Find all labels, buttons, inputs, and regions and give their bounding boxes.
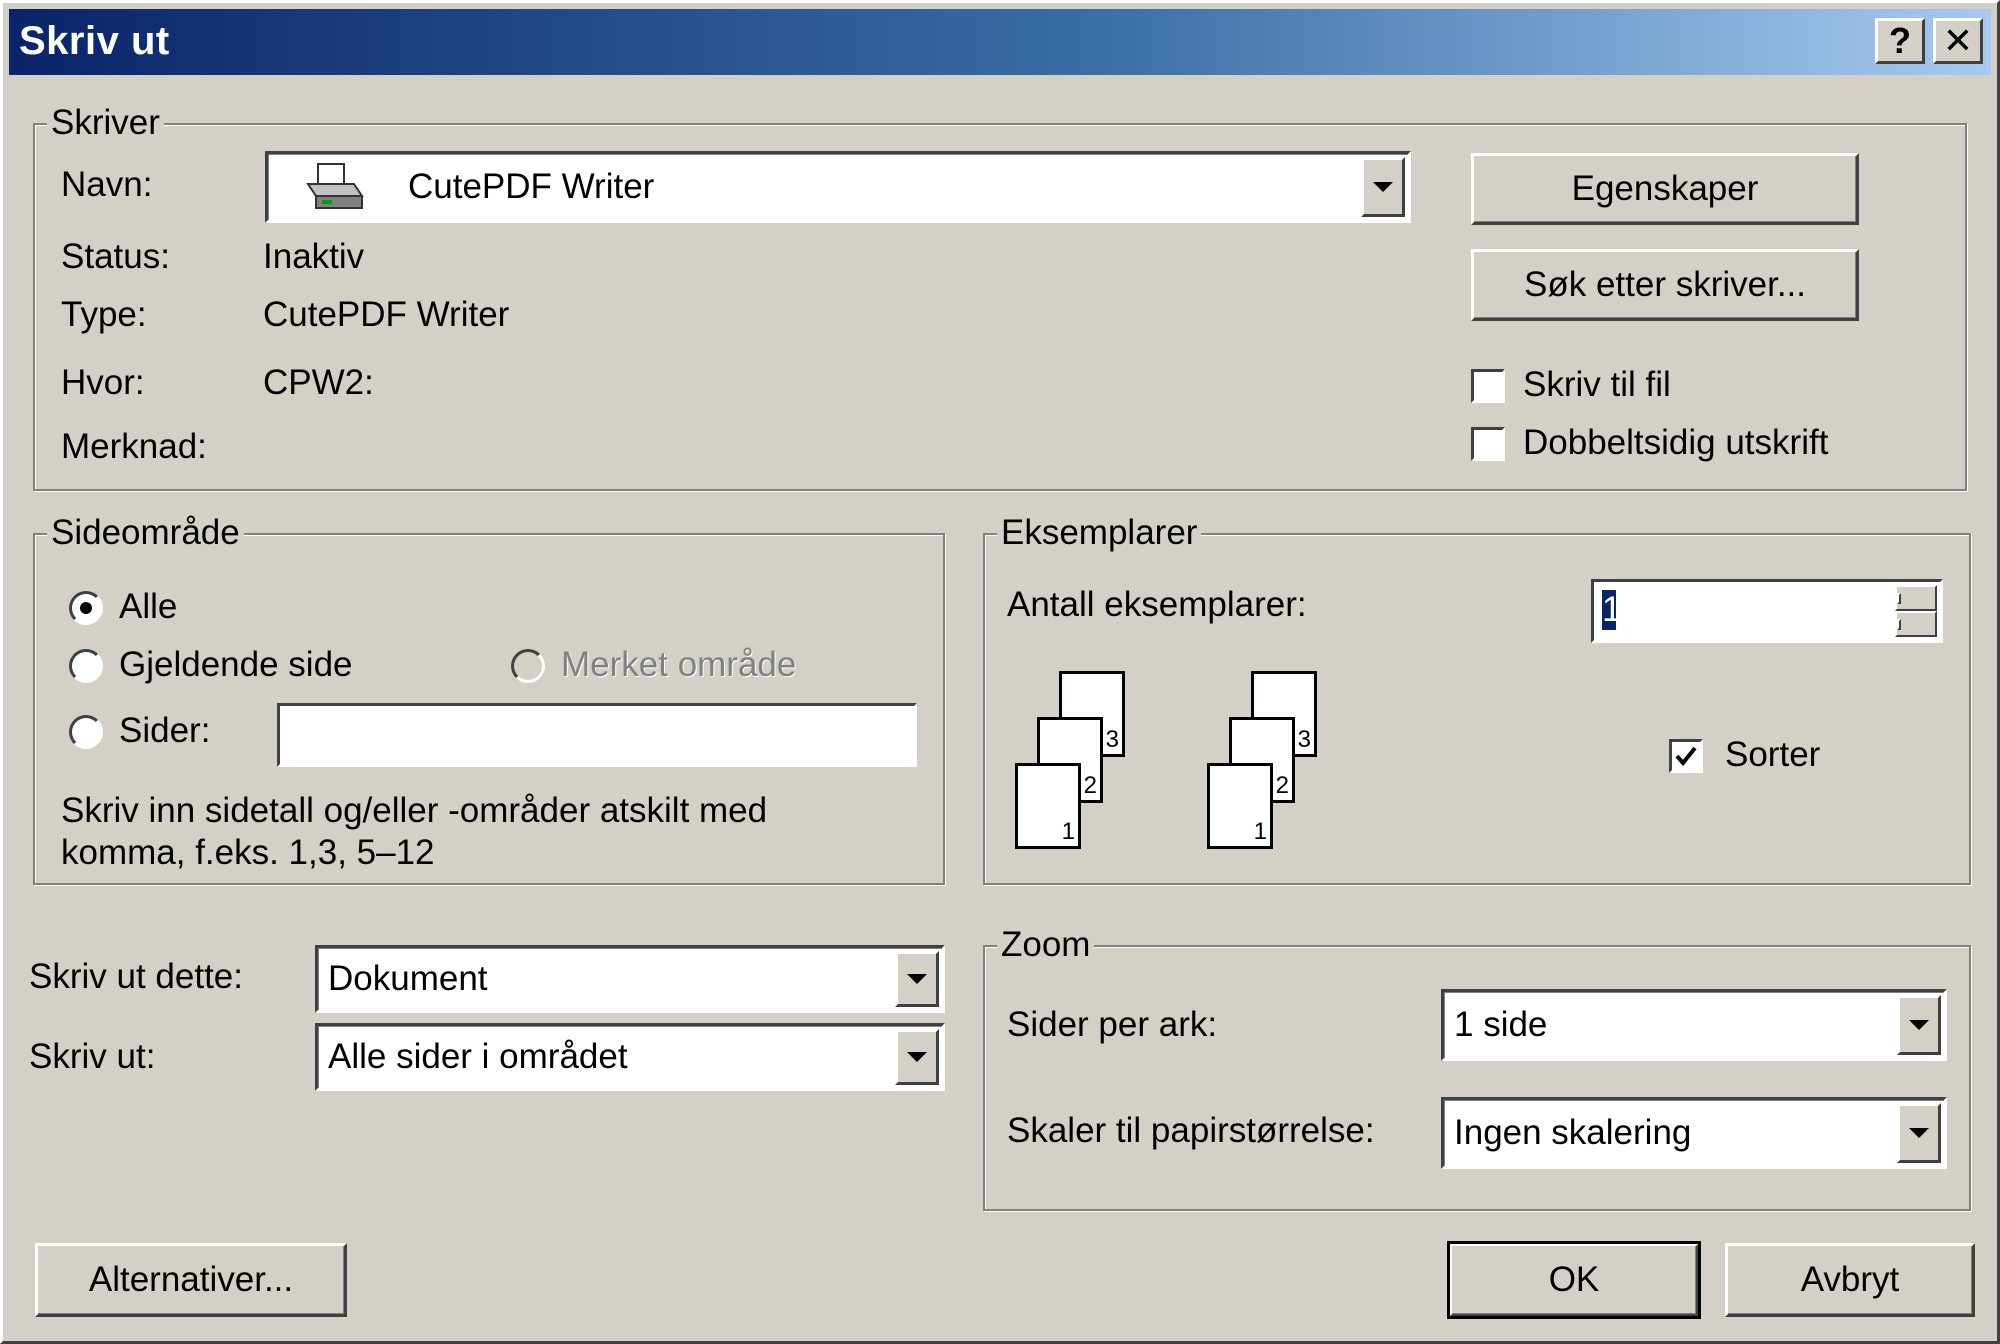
checkmark-icon xyxy=(1675,746,1697,767)
close-icon: ✕ xyxy=(1942,20,1974,61)
comment-label: Merknad: xyxy=(61,427,207,466)
collate-checkbox[interactable] xyxy=(1669,739,1703,773)
radio-current-page[interactable] xyxy=(69,649,103,683)
type-label: Type: xyxy=(61,295,147,334)
radio-selection xyxy=(511,649,545,683)
status-value: Inaktiv xyxy=(263,237,365,276)
copies-group-label: Eksemplarer xyxy=(997,513,1202,553)
type-value: CutePDF Writer xyxy=(263,295,510,334)
chevron-down-icon xyxy=(1909,1020,1929,1030)
page-range-hint-line1: Skriv inn sidetall og/eller -områder ats… xyxy=(61,791,768,830)
print-what-select[interactable]: Dokument xyxy=(315,945,945,1013)
print-dropdown-arrow[interactable] xyxy=(895,1029,939,1085)
scale-value: Ingen skalering xyxy=(1454,1113,1692,1152)
radio-all-label[interactable]: Alle xyxy=(119,587,177,627)
radio-current-page-label[interactable]: Gjeldende side xyxy=(119,645,353,685)
collate-page-1b: 1 xyxy=(1207,763,1273,849)
print-to-file-checkbox[interactable] xyxy=(1471,369,1505,403)
pages-per-sheet-value: 1 side xyxy=(1454,1005,1548,1044)
print-what-value: Dokument xyxy=(328,959,488,998)
copies-count-value: 1 xyxy=(1602,590,1622,630)
collate-page-1a: 1 xyxy=(1015,763,1081,849)
print-select[interactable]: Alle sider i området xyxy=(315,1023,945,1091)
radio-pages-label[interactable]: Sider: xyxy=(119,711,210,751)
radio-all[interactable] xyxy=(69,591,103,625)
where-value: CPW2: xyxy=(263,363,374,402)
copies-count-label: Antall eksemplarer: xyxy=(1007,585,1307,624)
help-button[interactable]: ? xyxy=(1875,18,1925,64)
help-icon: ? xyxy=(1889,20,1911,61)
copies-count-input[interactable]: 1 xyxy=(1591,579,1943,643)
copies-group: Eksemplarer Antall eksemplarer: 1 3 2 1 … xyxy=(983,513,1971,885)
close-button[interactable]: ✕ xyxy=(1933,18,1983,64)
spin-down-button[interactable] xyxy=(1895,611,1937,637)
find-printer-button[interactable]: Søk etter skriver... xyxy=(1471,249,1859,321)
scale-label: Skaler til papirstørrelse: xyxy=(1007,1111,1375,1150)
page-range-group-label: Sideområde xyxy=(47,513,244,553)
print-dialog: Skriv ut ? ✕ Skriver Navn: CutePDF Write… xyxy=(0,0,2000,1344)
spin-up-button[interactable] xyxy=(1895,585,1937,611)
printer-group-label: Skriver xyxy=(47,103,164,143)
chevron-down-icon xyxy=(1909,1128,1929,1138)
cancel-button[interactable]: Avbryt xyxy=(1725,1243,1975,1317)
printer-name-label: Navn: xyxy=(61,165,153,204)
copies-spinner[interactable] xyxy=(1895,585,1937,637)
scale-select[interactable]: Ingen skalering xyxy=(1441,1097,1947,1169)
page-range-group: Sideområde Alle Gjeldende side Merket om… xyxy=(33,513,945,885)
scale-dropdown-arrow[interactable] xyxy=(1897,1103,1941,1163)
ok-button[interactable]: OK xyxy=(1447,1241,1701,1319)
pages-input[interactable] xyxy=(277,703,917,767)
print-label: Skriv ut: xyxy=(29,1037,156,1076)
status-label: Status: xyxy=(61,237,170,276)
print-what-dropdown-arrow[interactable] xyxy=(895,951,939,1007)
page-range-hint-line2: komma, f.eks. 1,3, 5–12 xyxy=(61,833,435,872)
printer-name-select[interactable]: CutePDF Writer xyxy=(265,151,1411,223)
chevron-down-icon xyxy=(1373,182,1393,192)
properties-button[interactable]: Egenskaper xyxy=(1471,153,1859,225)
printer-name-value: CutePDF Writer xyxy=(408,167,655,206)
collate-label[interactable]: Sorter xyxy=(1725,735,1820,775)
print-what-label: Skriv ut dette: xyxy=(29,957,243,996)
chevron-down-icon xyxy=(1897,618,1901,630)
duplex-checkbox[interactable] xyxy=(1471,427,1505,461)
printer-icon xyxy=(306,163,364,209)
pages-per-sheet-select[interactable]: 1 side xyxy=(1441,989,1947,1061)
zoom-group-label: Zoom xyxy=(997,925,1095,965)
duplex-label[interactable]: Dobbeltsidig utskrift xyxy=(1523,423,1828,463)
print-to-file-label[interactable]: Skriv til fil xyxy=(1523,365,1671,405)
radio-selected-dot xyxy=(80,602,92,614)
chevron-down-icon xyxy=(907,1052,927,1062)
zoom-group: Zoom Sider per ark: 1 side Skaler til pa… xyxy=(983,925,1971,1211)
radio-selection-label: Merket område xyxy=(561,645,797,684)
printer-name-dropdown-arrow[interactable] xyxy=(1361,157,1405,217)
where-label: Hvor: xyxy=(61,363,145,402)
title-bar[interactable]: Skriv ut ? ✕ xyxy=(9,9,1991,75)
pages-per-sheet-label: Sider per ark: xyxy=(1007,1005,1218,1044)
printer-group: Skriver Navn: CutePDF Writer Status: Ina… xyxy=(33,103,1967,491)
pages-per-sheet-dropdown-arrow[interactable] xyxy=(1897,995,1941,1055)
print-value: Alle sider i området xyxy=(328,1037,628,1076)
chevron-down-icon xyxy=(907,974,927,984)
window-title: Skriv ut xyxy=(19,19,170,63)
radio-pages[interactable] xyxy=(69,715,103,749)
options-button[interactable]: Alternativer... xyxy=(35,1243,347,1317)
chevron-up-icon xyxy=(1897,592,1901,604)
